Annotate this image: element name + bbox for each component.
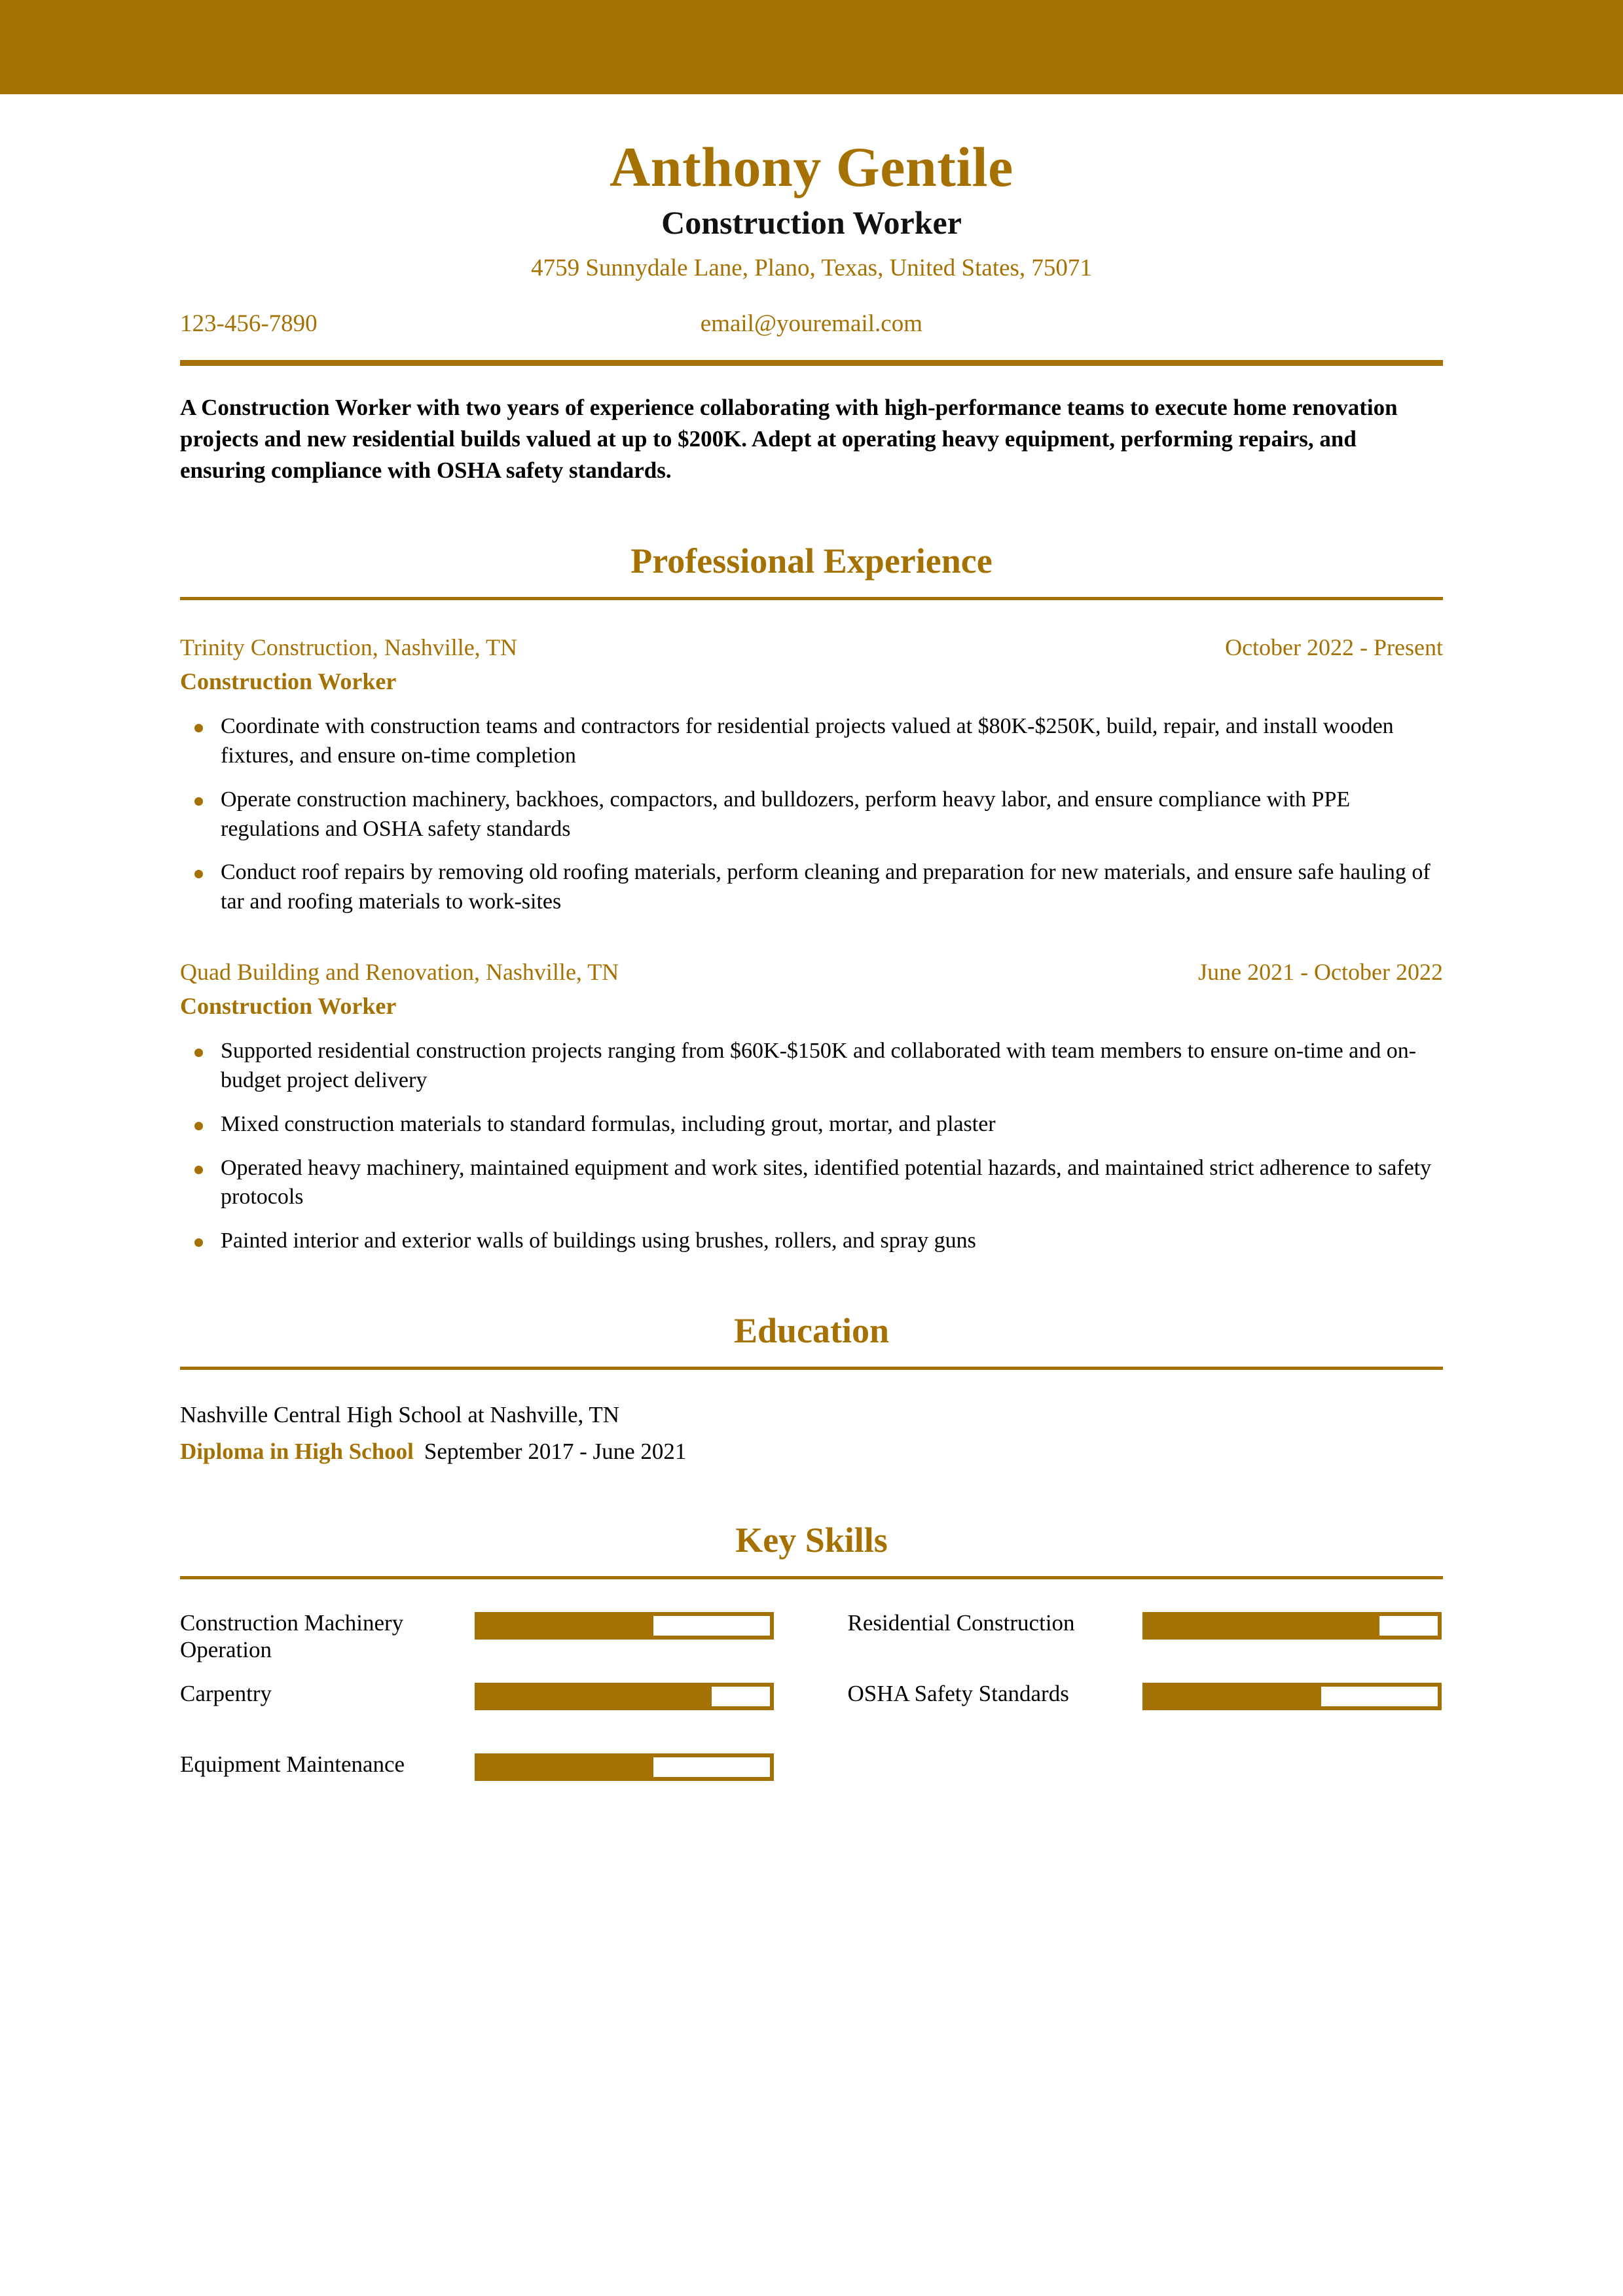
experience-header: Quad Building and Renovation, Nashville,… [180, 959, 1443, 986]
experience-role: Construction Worker [180, 992, 397, 1019]
candidate-address: 4759 Sunnydale Lane, Plano, Texas, Unite… [531, 255, 1092, 282]
candidate-job-title: Construction Worker [661, 204, 962, 241]
skill-level-fill [479, 1757, 653, 1777]
experience-company: Trinity Construction, Nashville, TN [180, 634, 518, 661]
resume-page: Anthony Gentile Construction Worker 4759… [0, 94, 1623, 1821]
section-title-education: Education [733, 1311, 890, 1351]
experience-dates: October 2022 - Present [1225, 634, 1443, 661]
skill-item: OSHA Safety Standards [848, 1680, 1444, 1751]
contact-row: 123-456-7890 email@youremail.com [180, 310, 1443, 338]
experience-bullet: Operated heavy machinery, maintained equ… [180, 1154, 1443, 1213]
contact-email[interactable]: email@youremail.com [601, 310, 1022, 338]
skill-label: Construction Machinery Operation [180, 1609, 404, 1662]
contact-phone[interactable]: 123-456-7890 [180, 310, 601, 338]
section-divider-skills [180, 1575, 1443, 1579]
skill-level-bar [1142, 1682, 1442, 1710]
professional-summary: A Construction Worker with two years of … [180, 394, 1398, 484]
skill-level-bar [475, 1753, 774, 1781]
experience-entry: Quad Building and Renovation, Nashville,… [180, 959, 1443, 1256]
section-key-skills: Key Skills Construction Machinery Operat… [180, 1522, 1443, 1821]
top-accent-banner [0, 0, 1623, 94]
education-detail-row: Diploma in High School September 2017 - J… [180, 1438, 1443, 1465]
skill-level-bar [475, 1682, 774, 1710]
contact-spacer [1022, 311, 1443, 338]
experience-bullet-list: Coordinate with construction teams and c… [180, 712, 1443, 917]
section-professional-experience: Professional Experience Trinity Construc… [180, 543, 1443, 1256]
skill-level-fill [1146, 1686, 1321, 1706]
skill-label: Equipment Maintenance [180, 1751, 405, 1777]
skill-level-bar [1142, 1611, 1442, 1640]
experience-bullet: Supported residential construction proje… [180, 1037, 1443, 1096]
header-divider [180, 359, 1443, 366]
skill-label: Residential Construction [847, 1609, 1075, 1636]
experience-bullet: Operate construction machinery, backhoes… [180, 785, 1443, 844]
skill-item: Residential Construction [848, 1609, 1444, 1680]
experience-bullet: Painted interior and exterior walls of b… [180, 1227, 1443, 1256]
experience-entry: Trinity Construction, Nashville, TN Octo… [180, 634, 1443, 917]
experience-dates: June 2021 - October 2022 [1198, 959, 1443, 986]
section-title-experience: Professional Experience [630, 541, 993, 581]
experience-bullet: Mixed construction materials to standard… [180, 1110, 1443, 1139]
skills-grid: Construction Machinery Operation Residen… [180, 1609, 1443, 1821]
education-degree: Diploma in High School [180, 1438, 414, 1464]
education-entry: Nashville Central High School at Nashvil… [180, 1401, 1443, 1465]
experience-bullet: Coordinate with construction teams and c… [180, 712, 1443, 771]
candidate-name: Anthony Gentile [610, 135, 1013, 198]
section-divider-experience [180, 597, 1443, 601]
resume-header: Anthony Gentile Construction Worker 4759… [180, 94, 1443, 338]
skill-label: Carpentry [180, 1680, 272, 1706]
experience-role: Construction Worker [180, 668, 397, 694]
skill-item: Equipment Maintenance [180, 1751, 776, 1821]
section-divider-education [180, 1366, 1443, 1370]
skill-item: Carpentry [180, 1680, 776, 1751]
skill-level-fill [1146, 1615, 1379, 1636]
section-title-skills: Key Skills [735, 1520, 888, 1560]
experience-header: Trinity Construction, Nashville, TN Octo… [180, 634, 1443, 661]
experience-bullet: Conduct roof repairs by removing old roo… [180, 858, 1443, 917]
skill-label: OSHA Safety Standards [847, 1680, 1069, 1706]
skill-level-fill [479, 1686, 712, 1706]
skill-item: Construction Machinery Operation [180, 1609, 776, 1680]
education-dates: September 2017 - June 2021 [424, 1438, 687, 1464]
skill-level-bar [475, 1611, 774, 1640]
section-education: Education Nashville Central High School … [180, 1312, 1443, 1465]
skill-level-fill [479, 1615, 653, 1636]
education-school: Nashville Central High School at Nashvil… [180, 1401, 620, 1427]
experience-company: Quad Building and Renovation, Nashville,… [180, 959, 619, 986]
experience-bullet-list: Supported residential construction proje… [180, 1037, 1443, 1256]
